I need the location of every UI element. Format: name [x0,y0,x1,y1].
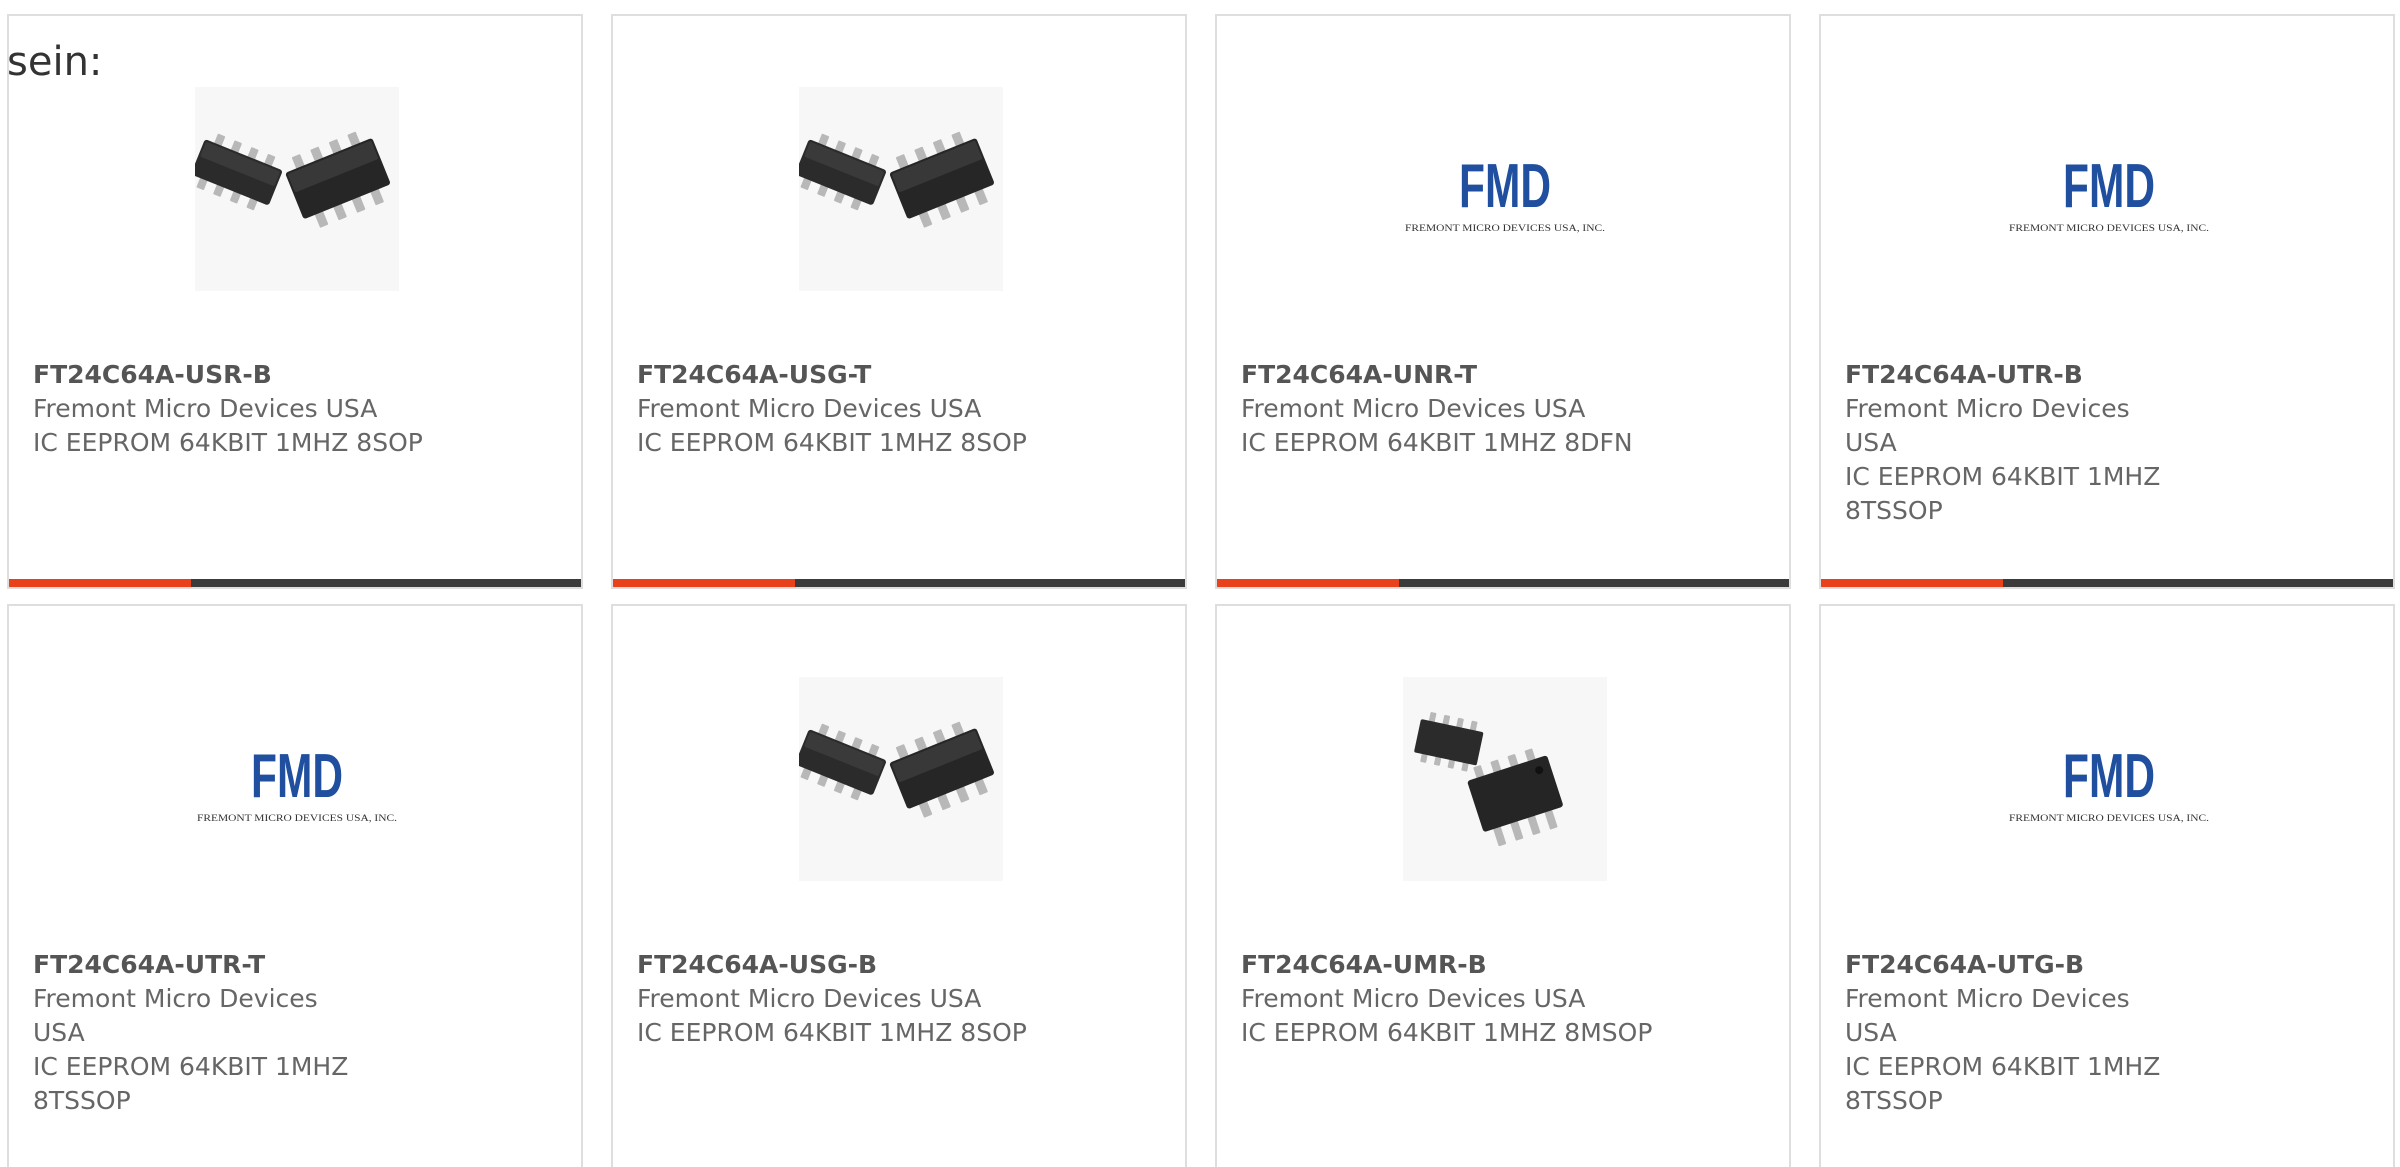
sop8-chip-image [799,677,1003,881]
svg-text:FMD: FMD [2063,742,2155,811]
manufacturer: Fremont Micro Devices USA [1845,984,2130,1047]
product-card[interactable]: FT24C64A-USG-T Fremont Micro Devices USA… [611,14,1187,589]
description: IC EEPROM 64KBIT 1MHZ 8SOP [33,428,423,457]
card-bottom-bar [9,579,581,587]
card-bottom-bar [1217,579,1789,587]
manufacturer: Fremont Micro Devices USA [1241,984,1586,1013]
part-number[interactable]: FT24C64A-UTR-B [1845,358,2185,392]
sop8-chip-image [799,87,1003,291]
card-bar-accent [1217,579,1399,587]
manufacturer: Fremont Micro Devices USA [1845,394,2130,457]
part-number[interactable]: FT24C64A-UMR-B [1241,948,1671,982]
manufacturer: Fremont Micro Devices USA [637,984,982,1013]
description: IC EEPROM 64KBIT 1MHZ 8TSSOP [33,1052,349,1115]
manufacturer: Fremont Micro Devices USA [637,394,982,423]
svg-text:FREMONT MICRO DEVICES USA, INC: FREMONT MICRO DEVICES USA, INC. [1405,223,1605,233]
part-number[interactable]: FT24C64A-USG-T [637,358,1067,392]
sop8-chip-image [195,87,399,291]
intro-text: sein: [7,39,103,85]
fmd-logo: FMD FREMONT MICRO DEVICES USA, INC. [195,677,399,881]
description: IC EEPROM 64KBIT 1MHZ 8TSSOP [1845,462,2161,525]
product-card[interactable]: FT24C64A-USR-B Fremont Micro Devices USA… [7,14,583,589]
svg-text:FREMONT MICRO DEVICES USA, INC: FREMONT MICRO DEVICES USA, INC. [197,813,397,823]
description: IC EEPROM 64KBIT 1MHZ 8MSOP [1241,1018,1653,1047]
card-bar-accent [1821,579,2003,587]
product-card[interactable]: FMD FREMONT MICRO DEVICES USA, INC. FT24… [1819,14,2395,589]
description: IC EEPROM 64KBIT 1MHZ 8SOP [637,1018,1027,1047]
description: IC EEPROM 64KBIT 1MHZ 8SOP [637,428,1027,457]
description: IC EEPROM 64KBIT 1MHZ 8DFN [1241,428,1633,457]
description: IC EEPROM 64KBIT 1MHZ 8TSSOP [1845,1052,2161,1115]
fmd-logo: FMD FREMONT MICRO DEVICES USA, INC. [2007,87,2211,291]
msop8-chip-image [1403,677,1607,881]
part-number[interactable]: FT24C64A-USG-B [637,948,1067,982]
fmd-logo: FMD FREMONT MICRO DEVICES USA, INC. [2007,677,2211,881]
product-card[interactable]: FMD FREMONT MICRO DEVICES USA, INC. FT24… [7,604,583,1167]
card-bottom-bar [1821,579,2393,587]
product-card[interactable]: FMD FREMONT MICRO DEVICES USA, INC. FT24… [1215,14,1791,589]
svg-text:FREMONT MICRO DEVICES USA, INC: FREMONT MICRO DEVICES USA, INC. [2009,223,2209,233]
card-bar-accent [9,579,191,587]
svg-text:FREMONT MICRO DEVICES USA, INC: FREMONT MICRO DEVICES USA, INC. [2009,813,2209,823]
svg-text:FMD: FMD [2063,152,2155,221]
card-bar-accent [613,579,795,587]
part-number[interactable]: FT24C64A-UTR-T [33,948,373,982]
svg-text:FMD: FMD [1459,152,1551,221]
svg-text:FMD: FMD [251,742,343,811]
product-card[interactable]: FT24C64A-USG-B Fremont Micro Devices USA… [611,604,1187,1167]
card-bottom-bar [613,579,1185,587]
part-number[interactable]: FT24C64A-UTG-B [1845,948,2185,982]
part-number[interactable]: FT24C64A-UNR-T [1241,358,1671,392]
part-number[interactable]: FT24C64A-USR-B [33,358,463,392]
product-card[interactable]: FMD FREMONT MICRO DEVICES USA, INC. FT24… [1819,604,2395,1167]
manufacturer: Fremont Micro Devices USA [33,984,318,1047]
product-card[interactable]: FT24C64A-UMR-B Fremont Micro Devices USA… [1215,604,1791,1167]
fmd-logo: FMD FREMONT MICRO DEVICES USA, INC. [1403,87,1607,291]
manufacturer: Fremont Micro Devices USA [33,394,378,423]
manufacturer: Fremont Micro Devices USA [1241,394,1586,423]
product-grid-page: sein: FT24C64A-USR-B Fremont Micro Devic… [0,0,2400,1167]
